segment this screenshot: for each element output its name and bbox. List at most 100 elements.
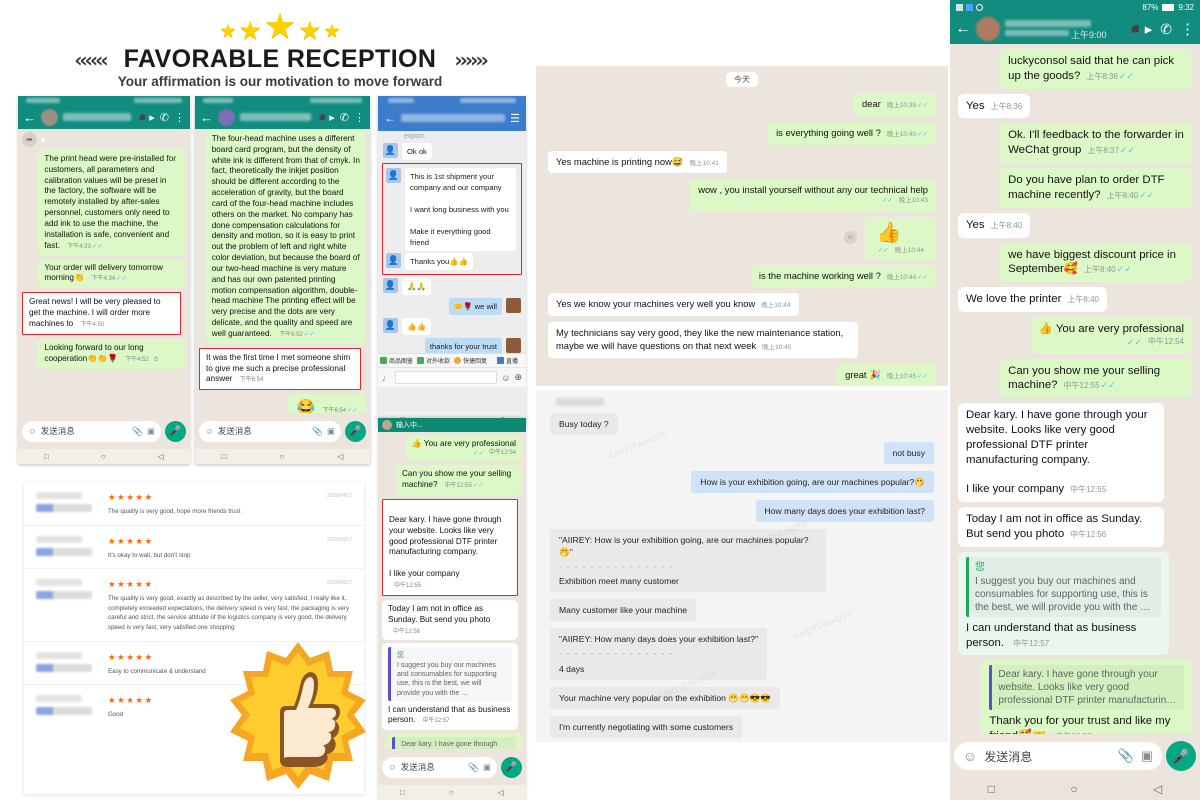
message-bubble[interactable]: 👍 You are very professional 中午12:54 ✓✓ <box>405 435 522 463</box>
voice-record-button[interactable]: 🎤 <box>345 420 366 442</box>
voice-input-icon[interactable]: ♩ <box>382 373 391 383</box>
message-bubble[interactable]: Yes we know your machines very well you … <box>548 293 799 317</box>
video-call-icon[interactable]: ◾▸ <box>1126 20 1152 38</box>
voice-record-button[interactable]: 🎤 <box>1166 741 1196 771</box>
message-bubble[interactable]: Yes 上午8:36 <box>958 93 1031 119</box>
message-bubble[interactable]: I'm currently negotiating with some cust… <box>550 715 743 738</box>
attach-icon[interactable]: 📎 <box>468 762 479 773</box>
emoji-icon[interactable]: ☺ <box>963 748 977 764</box>
message-composer[interactable]: ☺ 发送消息 📎 ▣ 🎤 <box>18 413 190 449</box>
avatar[interactable] <box>506 338 521 353</box>
voice-record-button[interactable]: 🎤 <box>165 420 186 442</box>
back-icon[interactable]: ← <box>384 111 396 125</box>
message-input[interactable]: ☺ 发送消息 📎 ▣ <box>22 420 161 442</box>
message-bubble[interactable]: is everything going well ? 晚上10:40✓✓ <box>768 121 936 145</box>
message-bubble[interactable]: Yes machine is printing now😅 晚上10:41 <box>548 150 727 174</box>
wechat-composer[interactable]: ♩ ☺ ⊕ <box>378 367 526 387</box>
message-bubble[interactable]: How is your exhibition going, are our ma… <box>691 471 934 494</box>
reply-message-bubble[interactable]: "AIIREY: How many days does your exhibit… <box>550 628 768 680</box>
message-bubble[interactable]: Today I am not in office as Sunday. But … <box>958 507 1164 547</box>
emoji-icon[interactable]: ☺ <box>501 373 510 383</box>
avatar[interactable] <box>382 420 392 430</box>
message-bubble[interactable]: dear 晚上10:39✓✓ <box>854 93 936 116</box>
toolbar-item-quick-reply[interactable]: 快捷回复 <box>452 356 489 365</box>
wechat-text-input[interactable] <box>395 371 498 384</box>
message-input[interactable]: ☺ 发送消息 📎 ▣ <box>199 420 341 442</box>
voice-call-icon[interactable]: ✆ <box>1160 21 1172 38</box>
message-bubble[interactable]: How many days does your exhibition last? <box>755 500 934 523</box>
camera-icon[interactable]: ▣ <box>1141 748 1153 764</box>
message-bubble[interactable]: Today I am not in office as Sunday. But … <box>382 599 518 641</box>
message-bubble[interactable]: wow , you install yourself without any o… <box>690 179 936 211</box>
video-call-icon[interactable]: ◾▸ <box>136 111 155 124</box>
emoji-reaction-icon[interactable]: ☺ <box>843 231 857 245</box>
voice-call-icon[interactable]: ✆ <box>160 111 169 124</box>
avatar[interactable] <box>976 17 1000 41</box>
nav-recents-icon[interactable]: □ <box>400 788 405 797</box>
photo-message[interactable]: 下午4:22 <box>41 137 111 188</box>
center-chat-bottom[interactable]: AmDTFAmDTF AmDTFAmDTF AmDTFAmDTF AmDTFAm… <box>536 390 948 742</box>
emoji-icon[interactable]: ☺ <box>388 762 397 772</box>
message-bubble[interactable]: thanks for your trust <box>424 338 502 353</box>
avatar[interactable]: 👤 <box>383 143 398 158</box>
nav-home-icon[interactable]: ○ <box>101 452 106 461</box>
android-nav-bar[interactable]: □ ○ ◁ <box>378 785 526 800</box>
forward-icon[interactable]: ➦ <box>22 132 37 147</box>
avatar[interactable]: 👤 <box>383 278 398 293</box>
message-bubble[interactable]: Many customer like your machine <box>550 599 696 622</box>
back-icon[interactable]: ← <box>23 111 36 124</box>
highlighted-message-bubble[interactable]: Great news! I will be very pleased to ge… <box>22 292 182 335</box>
android-nav-bar[interactable]: □ ○ ◁ <box>18 449 190 464</box>
add-attachment-icon[interactable]: ⊕ <box>514 372 522 383</box>
attach-icon[interactable]: 📎 <box>132 426 143 437</box>
chat-menu-icon[interactable]: ☰ <box>510 112 520 125</box>
nav-home-icon[interactable]: ○ <box>449 788 454 797</box>
quoted-message-bubble[interactable]: 您 I suggest you buy our machines and con… <box>958 551 1169 656</box>
quoted-message-bubble[interactable]: Dear kary. I have gone through your webs… <box>981 660 1192 744</box>
overflow-menu-icon[interactable]: ⋮ <box>174 111 185 124</box>
message-bubble[interactable]: Ok. I'll feedback to the forwarder in We… <box>1000 123 1192 164</box>
message-bubble[interactable]: My technicians say very good, they like … <box>548 322 859 358</box>
overflow-menu-icon[interactable]: ⋮ <box>1180 20 1195 38</box>
nav-recents-icon[interactable]: □ <box>44 452 49 461</box>
highlighted-message-bubble[interactable]: This is 1st shipment your company and ou… <box>405 168 516 251</box>
message-bubble[interactable]: Your order will delivery tomorrow mornin… <box>38 258 186 289</box>
camera-icon[interactable]: ▣ <box>147 426 155 437</box>
message-input[interactable]: ☺ 发送消息 📎 ▣ <box>954 742 1162 770</box>
toolbar-item-livestream[interactable]: 直播 <box>489 356 526 365</box>
message-bubble[interactable]: The print head were pre-installed for cu… <box>38 150 186 256</box>
android-nav-bar[interactable]: □ ○ ◁ <box>950 778 1200 800</box>
highlighted-message-bubble[interactable]: Dear kary. I have gone through your webs… <box>382 499 518 596</box>
message-bubble[interactable]: Can you show me your selling machine? 中午… <box>396 465 522 496</box>
message-bubble[interactable]: Thanks you👍👍 <box>405 253 474 270</box>
message-bubble[interactable]: not busy <box>883 442 934 465</box>
wechat-quick-toolbar[interactable]: 商品图鉴 对外收款 快捷回复 直播 <box>378 353 526 367</box>
message-composer[interactable]: ☺ 发送消息 📎 ▣ 🎤 <box>195 413 370 449</box>
message-bubble[interactable]: 👍 You are very professional 中午12:54 ✓✓ <box>1030 317 1192 354</box>
attach-icon[interactable]: 📎 <box>312 426 323 437</box>
nav-home-icon[interactable]: ○ <box>1070 782 1077 796</box>
message-bubble[interactable]: Can you show me your selling machine? 中午1… <box>1000 358 1192 399</box>
quoted-message-bubble[interactable]: 您 I suggest you buy our machines and con… <box>382 643 518 731</box>
emoji-icon[interactable]: ☺ <box>205 426 214 436</box>
avatar[interactable]: 👤 <box>386 168 401 183</box>
message-composer[interactable]: ☺ 发送消息 📎 ▣ 🎤 <box>378 749 526 785</box>
overflow-menu-icon[interactable]: ⋮ <box>354 111 365 124</box>
nav-recents-icon[interactable]: □ <box>988 782 995 796</box>
attach-icon[interactable]: 📎 <box>1118 748 1134 764</box>
video-call-icon[interactable]: ◾▸ <box>316 111 335 124</box>
message-bubble[interactable]: Looking forward to our long cooperation👏… <box>38 338 186 369</box>
message-list[interactable]: export. 👤 Ok ok 👤 This is 1st shipment y… <box>378 131 526 353</box>
message-bubble[interactable]: Yes 上午8:40 <box>958 212 1031 238</box>
avatar[interactable]: 👤 <box>383 318 398 333</box>
message-bubble[interactable]: Busy today ? <box>550 413 618 436</box>
reply-message-bubble[interactable]: "AIIREY: How is your exhibition going, a… <box>550 529 827 593</box>
message-bubble[interactable]: Your machine very popular on the exhibit… <box>550 686 781 709</box>
nav-back-icon[interactable]: ◁ <box>498 788 504 797</box>
camera-icon[interactable]: ▣ <box>327 426 335 437</box>
nav-recents-icon[interactable]: □ <box>222 452 227 461</box>
back-icon[interactable]: ← <box>955 20 971 38</box>
message-bubble[interactable]: 🙏🙏 <box>402 278 431 295</box>
back-icon[interactable]: ← <box>200 111 213 124</box>
nav-back-icon[interactable]: ◁ <box>1153 782 1162 796</box>
